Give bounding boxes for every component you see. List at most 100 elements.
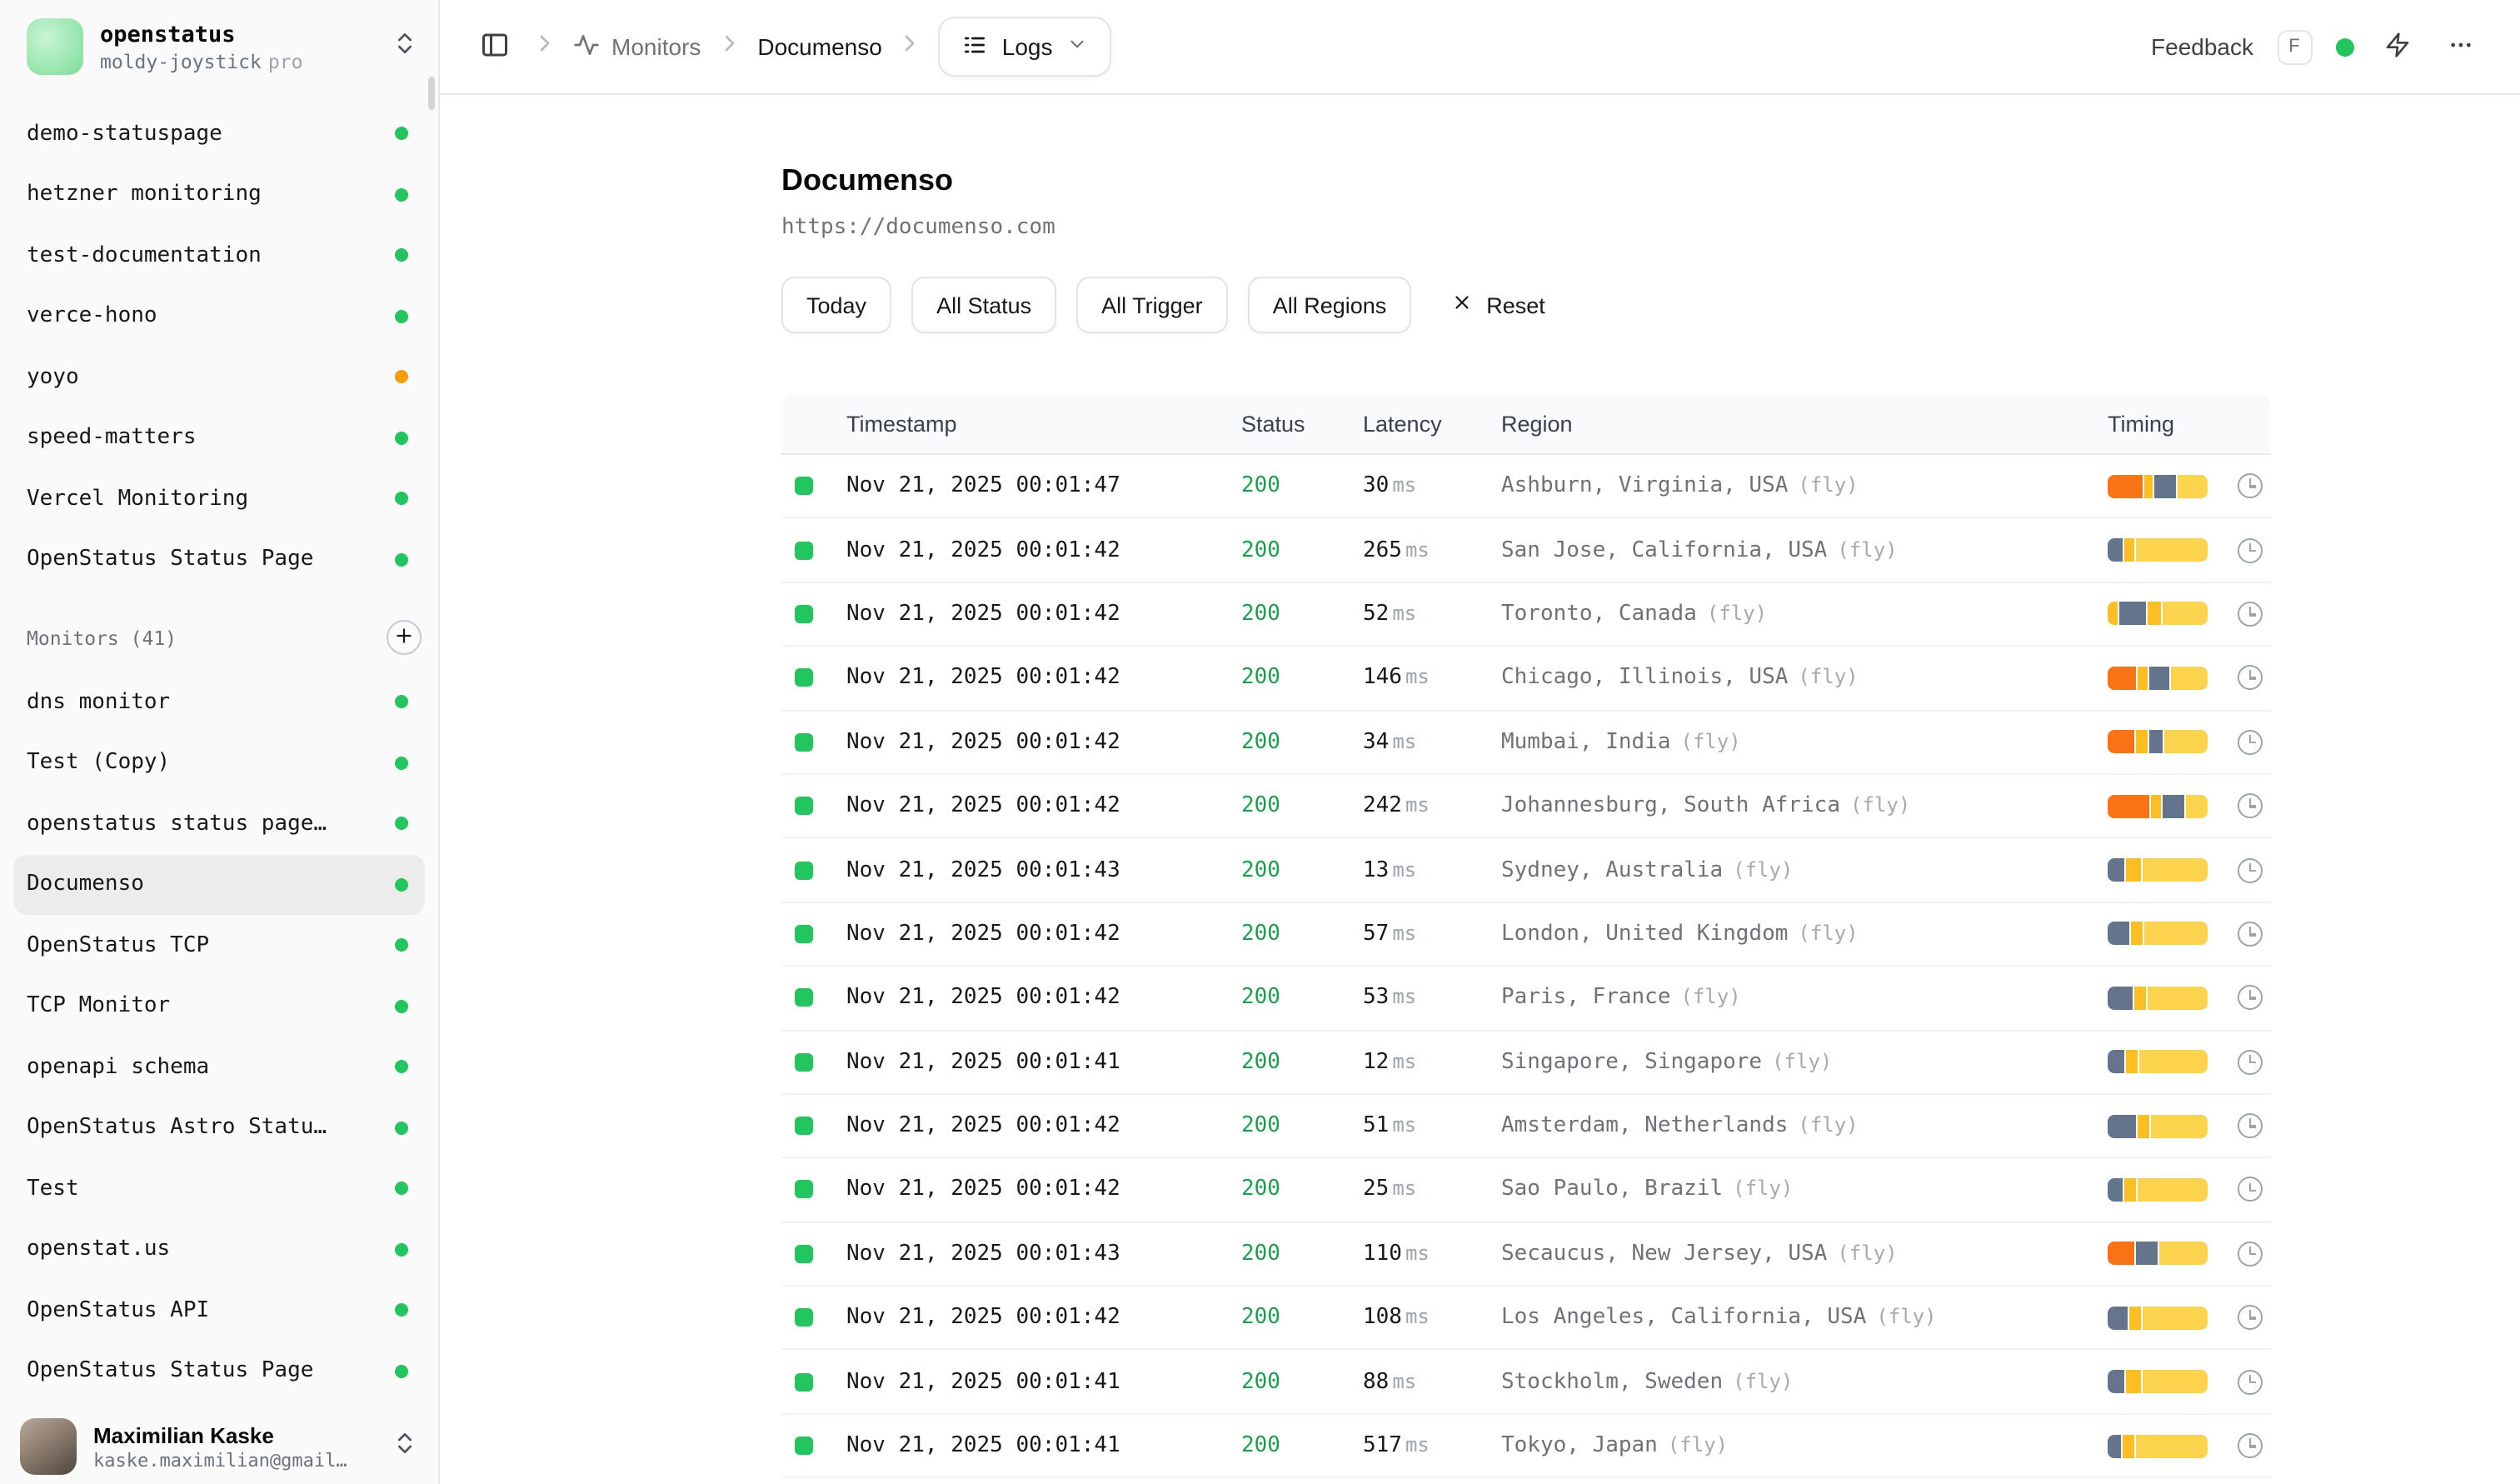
breadcrumb-monitors[interactable]: Monitors xyxy=(573,31,701,62)
sidebar-item[interactable]: OpenStatus TCP xyxy=(13,915,425,976)
sidebar-item[interactable]: Test (Copy) xyxy=(13,732,425,793)
quick-actions-button[interactable] xyxy=(2377,24,2417,69)
table-row[interactable]: Nov 21, 2025 00:01:4220057msLondon, Unit… xyxy=(781,902,2271,967)
close-icon xyxy=(1451,292,1473,318)
monitor-url: https://documenso.com xyxy=(781,213,2520,243)
sidebar-item-label: Test xyxy=(27,1177,79,1202)
table-row[interactable]: Nov 21, 2025 00:01:42200108msLos Angeles… xyxy=(781,1287,2271,1351)
timestamp-cell: Nov 21, 2025 00:01:42 xyxy=(846,793,1241,818)
log-table: Timestamp Status Latency Region Timing N… xyxy=(781,393,2271,1484)
status-indicator xyxy=(795,989,813,1007)
sidebar-item[interactable]: Vercel Monitoring xyxy=(13,468,425,529)
workspace-avatar xyxy=(27,18,83,75)
sidebar-item[interactable]: OpenStatus Status Page xyxy=(13,1341,425,1402)
table-row[interactable]: Nov 21, 2025 00:01:4120012msSingapore, S… xyxy=(781,1031,2271,1095)
timestamp-cell: Nov 21, 2025 00:01:41 xyxy=(846,1433,1241,1458)
timestamp-cell: Nov 21, 2025 00:01:47 xyxy=(846,473,1241,498)
timing-bar xyxy=(2108,1114,2208,1137)
timestamp-cell: Nov 21, 2025 00:01:41 xyxy=(846,1369,1241,1394)
table-row[interactable]: Nov 21, 2025 00:01:4220052msToronto, Can… xyxy=(781,583,2271,647)
sidebar-item-label: verce-hono xyxy=(27,304,157,329)
table-row[interactable]: Nov 21, 2025 00:01:42200146msChicago, Il… xyxy=(781,647,2271,711)
sidebar-item[interactable]: hetzner monitoring xyxy=(13,164,425,225)
latency-cell: 110ms xyxy=(1363,1242,1501,1267)
status-dot xyxy=(395,249,408,262)
table-row[interactable]: Nov 21, 2025 00:01:41200156msDallas, Tex… xyxy=(781,1479,2271,1484)
sidebar-item[interactable]: OpenStatus Astro Statu… xyxy=(13,1097,425,1158)
status-dot xyxy=(395,1061,408,1074)
user-menu[interactable]: Maximilian Kaske kaske.maximilian@gmail… xyxy=(0,1402,438,1484)
status-code-cell: 200 xyxy=(1241,922,1363,947)
table-row[interactable]: Nov 21, 2025 00:01:42200242msJohannesbur… xyxy=(781,775,2271,839)
add-monitor-button[interactable] xyxy=(387,620,422,655)
timing-bar xyxy=(2108,1370,2208,1393)
table-row[interactable]: Nov 21, 2025 00:01:4320013msSydney, Aust… xyxy=(781,839,2271,903)
status-code-cell: 200 xyxy=(1241,1369,1363,1394)
sidebar-item[interactable]: yoyo xyxy=(13,347,425,407)
timing-bar xyxy=(2108,474,2208,497)
sidebar-toggle-button[interactable] xyxy=(473,22,516,71)
regions-filter-button[interactable]: All Regions xyxy=(1248,277,1412,333)
more-menu-button[interactable] xyxy=(2440,24,2480,69)
status-code-cell: 200 xyxy=(1241,986,1363,1011)
workspace-org: moldy-joystickpro xyxy=(100,49,302,72)
table-row[interactable]: Nov 21, 2025 00:01:4220034msMumbai, Indi… xyxy=(781,711,2271,775)
table-row[interactable]: Nov 21, 2025 00:01:4220025msSao Paulo, B… xyxy=(781,1159,2271,1223)
sidebar-item[interactable]: dns monitor xyxy=(13,672,425,732)
sidebar-item[interactable]: speed-matters xyxy=(13,407,425,468)
status-filter-button[interactable]: All Status xyxy=(911,277,1056,333)
workspace-switcher[interactable]: openstatus moldy-joystickpro xyxy=(0,0,438,93)
sidebar-item-label: TCP Monitor xyxy=(27,994,170,1019)
timestamp-cell: Nov 21, 2025 00:01:42 xyxy=(846,1113,1241,1138)
status-code-cell: 200 xyxy=(1241,602,1363,627)
status-indicator xyxy=(795,1181,813,1199)
feedback-link[interactable]: Feedback xyxy=(2151,33,2253,60)
latency-cell: 108ms xyxy=(1363,1306,1501,1331)
sidebar-item[interactable]: verce-hono xyxy=(13,286,425,347)
status-dot xyxy=(395,432,408,445)
status-dot xyxy=(395,188,408,202)
sidebar-item[interactable]: openapi schema xyxy=(13,1037,425,1097)
trigger-filter-button[interactable]: All Trigger xyxy=(1076,277,1228,333)
table-row[interactable]: Nov 21, 2025 00:01:4220053msParis, Franc… xyxy=(781,967,2271,1031)
timing-bar xyxy=(2108,1050,2208,1073)
table-row[interactable]: Nov 21, 2025 00:01:4720030msAshburn, Vir… xyxy=(781,455,2271,519)
reset-filters-button[interactable]: Reset xyxy=(1431,277,1565,333)
sidebar-item-label: yoyo xyxy=(27,365,79,390)
sidebar-item[interactable]: TCP Monitor xyxy=(13,976,425,1037)
column-header-timing: Timing xyxy=(2108,411,2234,436)
sidebar-item[interactable]: Test xyxy=(13,1158,425,1219)
region-cell: Secaucus, New Jersey, USA(fly) xyxy=(1501,1242,2108,1267)
content: Documenso https://documenso.com Today Al… xyxy=(440,95,2520,1484)
view-selector-button[interactable]: Logs xyxy=(939,17,1111,77)
table-row[interactable]: Nov 21, 2025 00:01:4220051msAmsterdam, N… xyxy=(781,1095,2271,1159)
system-status-dot[interactable] xyxy=(2335,37,2353,56)
timestamp-cell: Nov 21, 2025 00:01:42 xyxy=(846,986,1241,1011)
breadcrumb-monitors-label: Monitors xyxy=(611,33,701,60)
status-dot xyxy=(395,939,408,952)
table-row[interactable]: Nov 21, 2025 00:01:4120088msStockholm, S… xyxy=(781,1351,2271,1415)
timing-bar xyxy=(2108,538,2208,562)
date-filter-button[interactable]: Today xyxy=(781,277,891,333)
sidebar-item[interactable]: openstatus status page… xyxy=(13,793,425,854)
user-email: kaske.maximilian@gmail… xyxy=(93,1449,347,1471)
sidebar-scrollbar[interactable] xyxy=(428,77,435,110)
latency-cell: 88ms xyxy=(1363,1369,1501,1394)
sidebar-item[interactable]: OpenStatus API xyxy=(13,1280,425,1341)
sidebar-item[interactable]: openstat.us xyxy=(13,1219,425,1280)
sidebar-item[interactable]: test-documentation xyxy=(13,225,425,286)
status-code-cell: 200 xyxy=(1241,537,1363,562)
table-row[interactable]: Nov 21, 2025 00:01:41200517msTokyo, Japa… xyxy=(781,1415,2271,1479)
region-cell: Mumbai, India(fly) xyxy=(1501,730,2108,755)
latency-cell: 12ms xyxy=(1363,1049,1501,1074)
sidebar-item[interactable]: Documenso xyxy=(13,854,425,915)
timing-bar xyxy=(2108,922,2208,946)
latency-cell: 52ms xyxy=(1363,602,1501,627)
sidebar-item[interactable]: OpenStatus Status Page xyxy=(13,529,425,590)
breadcrumb-page[interactable]: Documenso xyxy=(757,33,881,60)
timestamp-cell: Nov 21, 2025 00:01:42 xyxy=(846,730,1241,755)
status-indicator xyxy=(795,861,813,879)
table-row[interactable]: Nov 21, 2025 00:01:42200265msSan Jose, C… xyxy=(781,519,2271,583)
sidebar-item[interactable]: demo-statuspage xyxy=(13,103,425,164)
table-row[interactable]: Nov 21, 2025 00:01:43200110msSecaucus, N… xyxy=(781,1222,2271,1287)
